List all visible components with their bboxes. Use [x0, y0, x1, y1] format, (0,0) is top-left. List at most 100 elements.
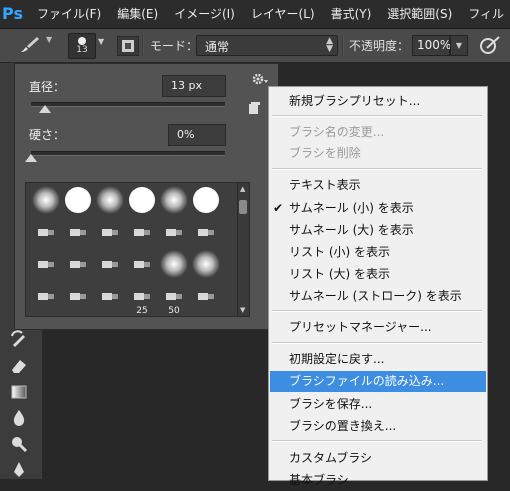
brush-preset-tip[interactable] [190, 218, 222, 250]
brush-picker-arrow-icon[interactable]: ▼ [98, 37, 104, 46]
gear-icon[interactable] [251, 72, 269, 86]
mode-select[interactable]: 通常 ▲ ▼ [196, 35, 338, 56]
brush-tip-icon [38, 261, 54, 268]
scroll-down-icon[interactable]: ▼ [240, 306, 245, 314]
scroll-up-icon[interactable]: ▲ [240, 185, 245, 193]
menu-item-label: ブラシファイルの読み込み... [289, 374, 445, 388]
brush-tip-icon [70, 293, 86, 300]
updown-arrow-icon: ▲ ▼ [326, 36, 333, 54]
menu-item[interactable]: カスタムブラシ [270, 448, 486, 469]
history-brush-icon[interactable] [9, 330, 29, 350]
size-slider-thumb[interactable] [38, 105, 51, 113]
menu-item[interactable]: ✔ サムネール (小) を表示 [270, 198, 486, 219]
brush-preset-tip[interactable] [94, 218, 126, 250]
checkmark-icon: ✔ [273, 201, 284, 215]
brush-tip-icon [134, 261, 150, 268]
menu-edit[interactable]: 編集(E) [109, 0, 166, 28]
brush-preset-soft-round[interactable] [30, 186, 62, 218]
hardness-slider-thumb[interactable] [25, 154, 37, 162]
menu-item[interactable]: サムネール (ストローク) を表示 [270, 286, 486, 307]
brush-preset-tip[interactable] [94, 282, 126, 314]
preset-scrollbar[interactable]: ▲ ▼ [237, 182, 250, 317]
brush-preset-tip[interactable] [30, 218, 62, 250]
menu-item[interactable]: プリセットマネージャー... [270, 317, 486, 338]
hardness-slider-track[interactable] [31, 151, 225, 156]
brush-preset-tip[interactable] [62, 282, 94, 314]
brush-tip-icon [134, 229, 150, 236]
gradient-icon[interactable] [9, 382, 29, 402]
brush-size-caption: 50 [168, 306, 180, 316]
menu-select[interactable]: 選択範囲(S) [379, 0, 460, 28]
menu-item[interactable]: サムネール (大) を表示 [270, 220, 486, 241]
menu-image[interactable]: イメージ(I) [166, 0, 243, 28]
menu-item[interactable]: ブラシを保存... [270, 394, 486, 415]
pen-icon[interactable] [9, 460, 29, 480]
tools-panel-lower [0, 318, 43, 479]
brush-preset-tip[interactable]: 25 [126, 282, 158, 316]
menu-item[interactable]: テキスト表示 [270, 175, 486, 196]
size-slider-track[interactable] [31, 102, 225, 107]
menu-item[interactable]: 基本ブラシ [270, 470, 486, 491]
brush-preset-tip[interactable] [62, 218, 94, 250]
menu-item[interactable]: ブラシファイルの読み込み... [270, 371, 486, 392]
brush-preset-tip[interactable] [30, 282, 62, 314]
brush-preset-hard-round[interactable] [190, 186, 222, 218]
menu-item-label: 基本ブラシ [289, 473, 349, 487]
brush-preset-tip[interactable]: 50 [158, 282, 190, 316]
menu-item-label: サムネール (大) を表示 [289, 223, 414, 237]
options-bar: ▼ 13 ▼ モード： 通常 ▲ ▼ 不透明度： 100% ▼ [0, 29, 510, 63]
menu-item: ブラシを削除 [270, 143, 486, 164]
menu-layer[interactable]: レイヤー(L) [243, 0, 323, 28]
menu-item[interactable]: リスト (小) を表示 [270, 242, 486, 263]
hard-round-brush-icon [65, 187, 91, 213]
blur-icon[interactable] [9, 408, 29, 428]
new-preset-icon[interactable] [247, 102, 261, 116]
opacity-label: 不透明度： [349, 39, 410, 53]
menu-separator [272, 440, 482, 442]
size-input[interactable]: 13 px [162, 75, 226, 97]
brush-preset-picker-panel: 直径： 13 px 硬さ： 0% 25 50 ▲ ▼ [14, 63, 279, 330]
menu-separator [272, 310, 482, 312]
scroll-thumb[interactable] [239, 200, 247, 214]
brush-preset-soft-round[interactable] [190, 250, 222, 282]
brush-preset-tip[interactable] [94, 250, 126, 282]
brush-tool-icon[interactable] [18, 35, 42, 55]
menu-item[interactable]: ブラシの置き換え... [270, 416, 486, 437]
brush-preset-tip[interactable] [30, 250, 62, 282]
brush-preset-tip[interactable] [62, 250, 94, 282]
brush-preset-tip[interactable] [126, 250, 158, 282]
brush-preset-tip[interactable] [190, 282, 222, 314]
tablet-pressure-icon[interactable] [478, 34, 502, 56]
menu-separator [272, 168, 482, 170]
brush-preset-soft-round[interactable] [94, 186, 126, 218]
brush-preset-tip[interactable] [126, 218, 158, 250]
menu-item-label: ブラシを削除 [289, 146, 361, 160]
soft-round-brush-icon [160, 186, 188, 214]
opacity-dropdown-icon[interactable]: ▼ [450, 35, 468, 56]
brush-preset-tip[interactable] [158, 218, 190, 250]
menu-item[interactable]: 初期設定に戻す... [270, 349, 486, 370]
size-label: 直径： [29, 80, 66, 94]
opacity-value: 100% [417, 38, 452, 52]
dodge-icon[interactable] [9, 434, 29, 454]
brush-preset-soft-round[interactable] [158, 186, 190, 218]
brush-tip-icon [198, 229, 214, 236]
hard-round-brush-icon [193, 187, 219, 213]
menu-item-label: リスト (小) を表示 [289, 245, 390, 259]
opacity-input[interactable]: 100% [412, 35, 452, 56]
brush-panel-toggle-icon[interactable] [117, 36, 139, 56]
menu-item[interactable]: 新規ブラシプリセット... [270, 91, 486, 112]
brush-preset-hard-round[interactable] [126, 186, 158, 218]
menu-filter[interactable]: フィル [460, 0, 510, 28]
hardness-input[interactable]: 0% [168, 124, 226, 146]
menu-file[interactable]: ファイル(F) [29, 0, 109, 28]
brush-preset-hard-round[interactable] [62, 186, 94, 218]
eraser-icon[interactable] [9, 356, 29, 376]
menu-type[interactable]: 書式(Y) [323, 0, 380, 28]
hardness-label: 硬さ： [29, 128, 66, 142]
tool-preset-dropdown-icon[interactable]: ▼ [46, 35, 52, 44]
menu-item[interactable]: リスト (大) を表示 [270, 264, 486, 285]
brush-preset-picker[interactable]: 13 [68, 33, 96, 59]
brush-preset-soft-round[interactable] [158, 250, 190, 282]
brush-tip-icon [38, 229, 54, 236]
